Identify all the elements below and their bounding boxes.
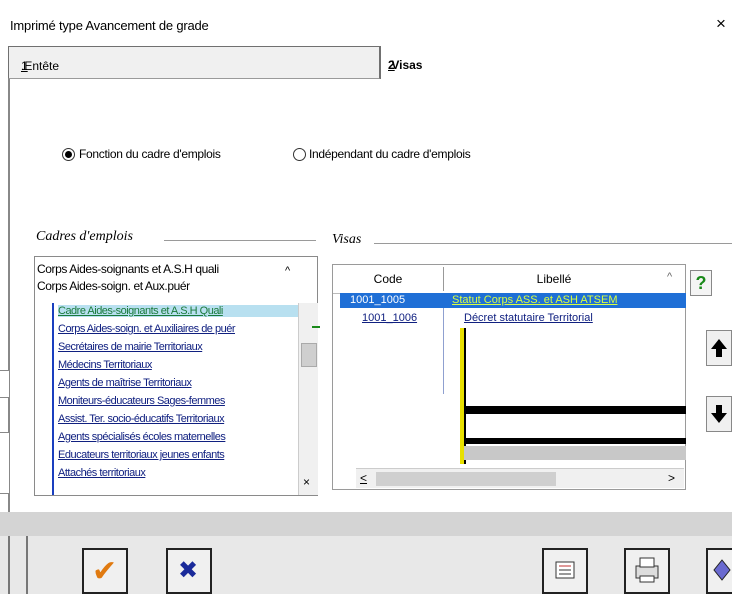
column-header-libelle[interactable]: Libellé xyxy=(444,265,664,293)
visas-group-line xyxy=(374,243,732,244)
list-item[interactable]: Attachés territoriaux xyxy=(58,467,308,479)
scroll-thumb[interactable] xyxy=(301,343,317,367)
visas-group-title: Visas xyxy=(332,232,362,247)
tab-visas-label: .Visas xyxy=(388,58,423,72)
row-libelle: Décret statutaire Territorial xyxy=(464,312,593,324)
scroll-right-icon[interactable]: > xyxy=(668,471,675,485)
list-item[interactable]: Corps Aides-soign. et Aux.puér xyxy=(37,279,190,293)
print-button[interactable] xyxy=(624,548,670,594)
arrow-down-icon xyxy=(711,405,727,423)
cadres-group-title: Cadres d'emplois xyxy=(36,229,133,244)
cancel-icon: ✖ xyxy=(178,557,199,584)
list-item[interactable]: Médecins Territoriaux xyxy=(58,359,308,371)
offscreen-field[interactable] xyxy=(0,370,10,398)
visas-hscroll[interactable]: < > xyxy=(356,468,684,488)
radio-independant-cadre[interactable] xyxy=(293,148,306,161)
scroll-left-icon[interactable]: < xyxy=(360,471,367,485)
list-item[interactable]: Corps Aides-soignants et A.S.H quali xyxy=(37,262,219,276)
move-up-button[interactable] xyxy=(706,330,732,366)
cadres-sublist[interactable]: Cadre Aides-soignants et A.S.H Quali Cor… xyxy=(52,303,308,495)
list-item[interactable]: Educateurs territoriaux jeunes enfants xyxy=(58,449,308,461)
table-row[interactable]: 1001_1006 Décret statutaire Territorial xyxy=(340,311,686,326)
footer-band xyxy=(0,512,732,536)
footer-separator xyxy=(8,536,10,594)
hscroll-thumb[interactable] xyxy=(376,472,556,486)
row-code: 1001_1005 xyxy=(350,294,406,306)
sort-icon[interactable]: ^ xyxy=(667,271,672,283)
radio-independant-cadre-label: Indépendant du cadre d'emplois xyxy=(309,147,471,161)
report-button[interactable] xyxy=(542,548,588,594)
scroll-up-icon[interactable]: ^ xyxy=(285,265,290,277)
radio-fonction-cadre-label: Fonction du cadre d'emplois xyxy=(79,147,221,161)
footer-separator xyxy=(26,536,28,594)
close-icon[interactable]: × xyxy=(716,15,726,32)
tab-separator xyxy=(380,46,381,79)
printer-icon xyxy=(635,557,659,583)
radio-fonction-cadre[interactable] xyxy=(62,148,75,161)
list-item[interactable]: Assist. Ter. socio-éducatifs Territoriau… xyxy=(58,413,308,425)
window-title: Imprimé type Avancement de grade xyxy=(10,18,209,33)
gray-bar xyxy=(464,446,686,460)
tab-entete[interactable]: 1 .Entête xyxy=(8,46,380,79)
list-item[interactable]: Agents de maîtrise Territoriaux xyxy=(58,377,308,389)
cadres-scrollbar[interactable]: × xyxy=(298,303,318,495)
report-icon xyxy=(555,561,575,579)
row-code: 1001_1006 xyxy=(362,312,418,324)
clear-icon[interactable]: × xyxy=(303,475,310,489)
tab-entete-label: .Entête xyxy=(21,59,60,73)
list-item[interactable]: Secrétaires de mairie Territoriaux xyxy=(58,341,308,353)
move-down-button[interactable] xyxy=(706,396,732,432)
offscreen-field[interactable] xyxy=(0,432,10,494)
cadres-group-line xyxy=(164,240,316,241)
diamond-icon xyxy=(713,559,731,581)
check-icon: ✔ xyxy=(92,555,118,588)
list-item[interactable]: Agents spécialisés écoles maternelles xyxy=(58,431,308,443)
marker xyxy=(312,326,320,328)
row-libelle: Statut Corps ASS. et ASH ATSEM xyxy=(452,294,618,306)
black-bar xyxy=(464,438,686,444)
list-item[interactable]: Moniteurs-éducateurs Sages-femmes xyxy=(58,395,308,407)
tab-visas[interactable]: 2 .Visas xyxy=(380,46,732,76)
cancel-button[interactable]: ✖ xyxy=(166,548,212,594)
column-divider xyxy=(443,294,444,394)
black-bar xyxy=(464,406,686,414)
list-item[interactable]: Corps Aides-soign. et Auxiliaires de pué… xyxy=(58,323,308,335)
column-header-code[interactable]: Code xyxy=(333,265,443,293)
next-button[interactable] xyxy=(706,548,732,594)
ok-button[interactable]: ✔ xyxy=(82,548,128,594)
arrow-up-icon xyxy=(711,339,727,357)
table-row[interactable]: 1001_1005 Statut Corps ASS. et ASH ATSEM xyxy=(340,293,686,308)
list-item[interactable]: Cadre Aides-soignants et A.S.H Quali xyxy=(58,305,308,317)
help-button[interactable]: ? xyxy=(690,270,712,296)
